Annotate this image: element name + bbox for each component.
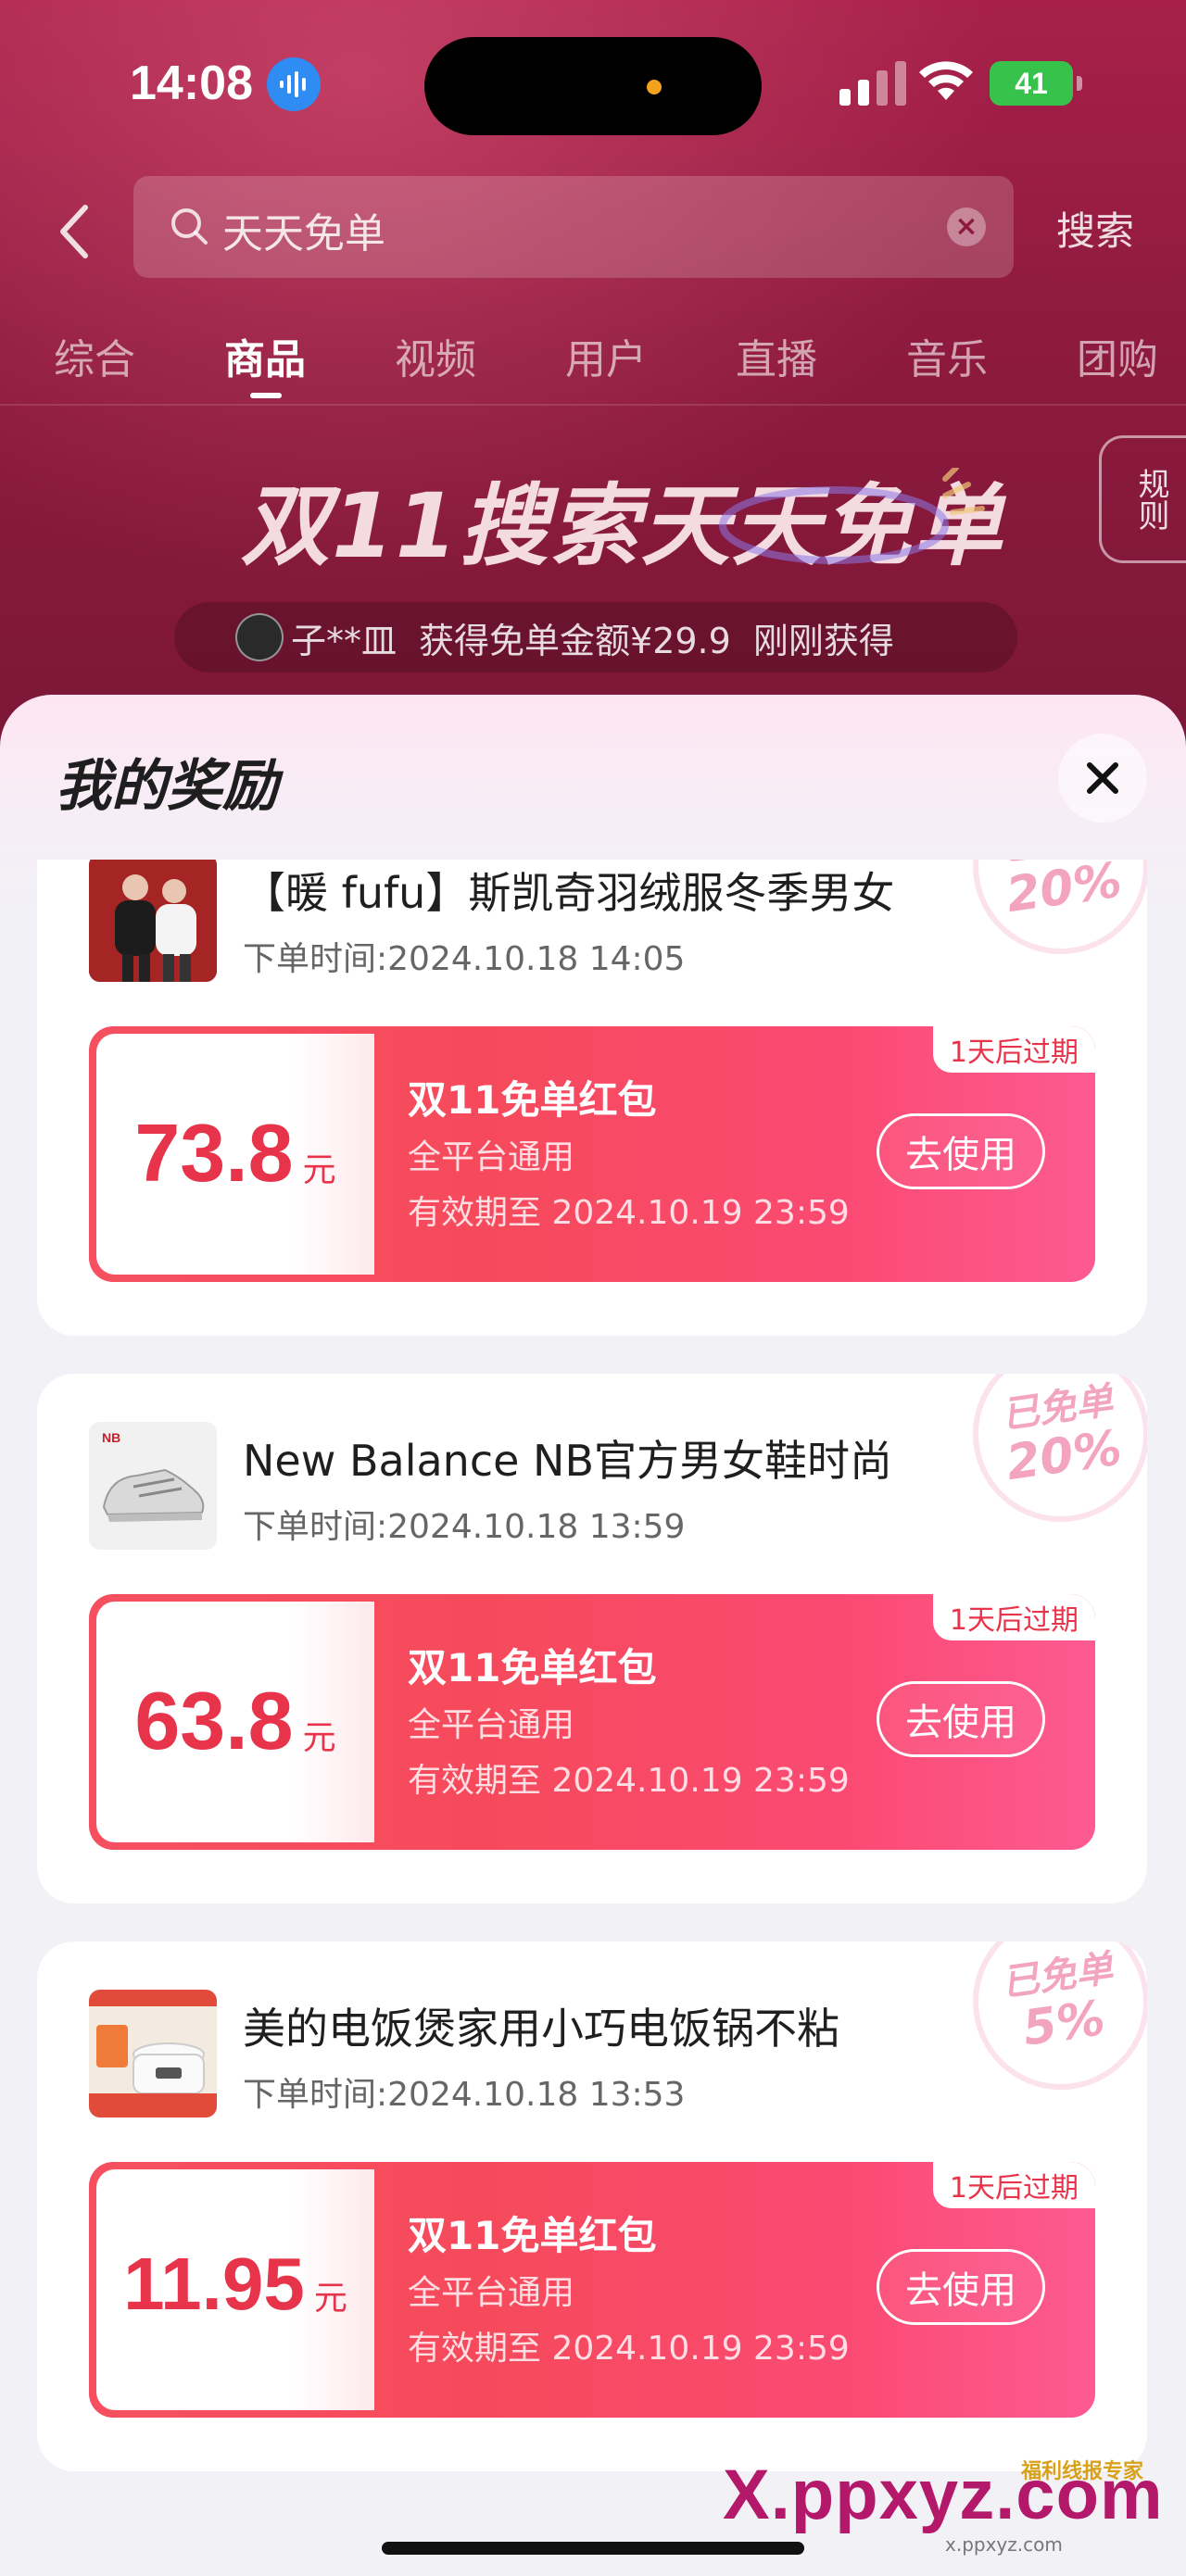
- coupon-amount-panel: 73.8 元: [96, 1034, 374, 1275]
- coupon-unit: 元: [302, 1719, 336, 1757]
- coupon-validity: 有效期至 2024.10.19 23:59: [408, 2330, 850, 2368]
- voice-activity-icon: [267, 57, 321, 111]
- coupon-scope: 全平台通用: [408, 1706, 575, 1744]
- coupon-name: 双11免单红包: [408, 1645, 657, 1690]
- free-order-stamp: 已免单 20%: [961, 1374, 1147, 1534]
- cellular-signal-icon: [839, 61, 906, 106]
- stamp-percent: 5%: [1019, 1990, 1109, 2057]
- search-icon: [171, 208, 208, 245]
- coupon-amount: 73.8: [134, 1107, 294, 1199]
- search-input[interactable]: 天天免单 ×: [133, 176, 1014, 278]
- coupon: 11.95 元 双11免单红包 全平台通用 有效期至 2024.10.19 23…: [89, 2162, 1095, 2418]
- rules-button[interactable]: 规则: [1099, 435, 1186, 563]
- use-coupon-button[interactable]: 去使用: [877, 1113, 1045, 1189]
- use-coupon-button[interactable]: 去使用: [877, 1681, 1045, 1757]
- clear-icon[interactable]: ×: [947, 207, 986, 246]
- coupon-validity: 有效期至 2024.10.19 23:59: [408, 1762, 850, 1800]
- tab-users[interactable]: 用户: [565, 326, 647, 385]
- coupon-scope: 全平台通用: [408, 1138, 575, 1176]
- expiry-badge: 1天后过期: [932, 2162, 1095, 2208]
- search-button[interactable]: 搜索: [1056, 200, 1134, 257]
- reward-card: 【暖 fufu】斯凯奇羽绒服冬季男女 下单时间:2024.10.18 14:05…: [37, 860, 1147, 1336]
- close-icon: [1087, 762, 1118, 794]
- back-arrow-icon[interactable]: [48, 195, 104, 269]
- expiry-badge: 1天后过期: [932, 1594, 1095, 1640]
- rewards-sheet: 我的奖励 【暖 fufu】斯凯奇羽绒服冬季男女 下单时间:2024.10.18 …: [0, 695, 1186, 2576]
- product-title: 【暖 fufu】斯凯奇羽绒服冬季男女: [243, 868, 895, 918]
- watermark-sub: x.ppxyz.com: [945, 2533, 1063, 2556]
- expiry-badge: 1天后过期: [932, 1026, 1095, 1073]
- tab-group-buy[interactable]: 团购: [1077, 326, 1158, 385]
- coupon-amount-panel: 63.8 元: [96, 1602, 374, 1842]
- free-order-stamp: 已免单 20%: [961, 860, 1147, 966]
- ticker-time: 刚刚获得: [752, 620, 894, 661]
- product-title: New Balance NB官方男女鞋时尚: [243, 1436, 893, 1486]
- promo-swirl-decoration: [719, 468, 985, 564]
- sheet-title: 我的奖励: [56, 754, 278, 819]
- product-thumbnail[interactable]: [89, 860, 217, 982]
- order-time: 下单时间:2024.10.18 13:59: [243, 1508, 686, 1546]
- coupon-scope: 全平台通用: [408, 2274, 575, 2312]
- watermark: X.ppxyz.com: [723, 2456, 1164, 2534]
- tab-products[interactable]: 商品: [224, 326, 306, 385]
- rewards-list: 【暖 fufu】斯凯奇羽绒服冬季男女 下单时间:2024.10.18 14:05…: [0, 860, 1186, 2576]
- winner-ticker: 子**皿 获得免单金额¥29.9 刚刚获得: [174, 602, 1017, 672]
- order-time: 下单时间:2024.10.18 13:53: [243, 2076, 686, 2114]
- wifi-icon: [919, 61, 973, 100]
- search-tabs: 综合 商品 视频 用户 直播 音乐 团购: [0, 315, 1186, 408]
- coupon-amount: 63.8: [134, 1675, 294, 1766]
- search-bar: 天天免单 × 搜索: [0, 176, 1186, 287]
- coupon-name: 双11免单红包: [408, 2213, 657, 2258]
- active-tab-indicator: [250, 393, 282, 398]
- reward-card: 美的电饭煲家用小巧电饭锅不粘 下单时间:2024.10.18 13:53 已免单…: [37, 1941, 1147, 2471]
- order-time: 下单时间:2024.10.18 14:05: [243, 940, 686, 978]
- tab-videos[interactable]: 视频: [395, 326, 476, 385]
- tab-live[interactable]: 直播: [736, 326, 817, 385]
- tab-all[interactable]: 综合: [54, 326, 135, 385]
- tab-music[interactable]: 音乐: [906, 326, 988, 385]
- battery-level: 41: [1015, 66, 1048, 100]
- search-query: 天天免单: [222, 210, 385, 258]
- product-thumbnail[interactable]: NB: [89, 1422, 217, 1550]
- coupon: 73.8 元 双11免单红包 全平台通用 有效期至 2024.10.19 23:…: [89, 1026, 1095, 1282]
- coupon-amount: 11.95: [123, 2243, 305, 2325]
- product-title: 美的电饭煲家用小巧电饭锅不粘: [243, 2004, 839, 2054]
- status-time: 14:08: [130, 57, 253, 110]
- stamp-percent: 20%: [1003, 860, 1126, 924]
- battery-indicator: 41: [990, 61, 1082, 106]
- avatar: [235, 613, 284, 661]
- coupon-amount-panel: 11.95 元: [96, 2169, 374, 2410]
- dynamic-island: [424, 37, 762, 135]
- coupon-unit: 元: [302, 1151, 336, 1189]
- status-bar: 14:08 41: [0, 0, 1186, 167]
- rules-label: 规则: [1132, 468, 1169, 531]
- free-order-stamp: 已免单 5%: [961, 1941, 1147, 2102]
- coupon-unit: 元: [313, 2280, 347, 2318]
- product-thumbnail[interactable]: [89, 1990, 217, 2117]
- close-button[interactable]: [1058, 734, 1147, 823]
- tabs-divider: [0, 404, 1186, 406]
- ticker-user: 子**皿: [291, 620, 397, 661]
- coupon-validity: 有效期至 2024.10.19 23:59: [408, 1194, 850, 1232]
- reward-card: NB New Balance NB官方男女鞋时尚 下单时间:2024.10.18…: [37, 1374, 1147, 1904]
- home-indicator: [382, 2542, 804, 2555]
- coupon: 63.8 元 双11免单红包 全平台通用 有效期至 2024.10.19 23:…: [89, 1594, 1095, 1850]
- coupon-name: 双11免单红包: [408, 1077, 657, 1123]
- use-coupon-button[interactable]: 去使用: [877, 2249, 1045, 2325]
- ticker-text: 获得免单金额¥29.9: [419, 620, 731, 661]
- svg-text:NB: NB: [102, 1430, 120, 1445]
